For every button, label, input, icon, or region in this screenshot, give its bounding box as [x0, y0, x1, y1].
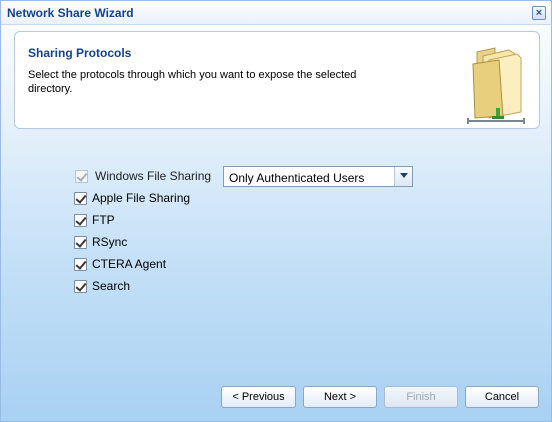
page-description: Select the protocols through which you w… [28, 69, 357, 95]
protocol-label: CTERA Agent [92, 257, 167, 271]
close-icon[interactable]: × [532, 6, 546, 20]
protocol-row-search[interactable]: Search [74, 278, 130, 294]
protocol-row-ctera-agent[interactable]: CTERA Agent [74, 256, 166, 272]
ctera-agent-checkbox[interactable] [74, 257, 87, 271]
protocol-label: Search [92, 279, 131, 293]
chevron-down-icon[interactable] [394, 167, 412, 186]
protocol-label: RSync [92, 235, 128, 249]
rsync-checkbox[interactable] [74, 235, 87, 249]
apple-file-sharing-checkbox[interactable] [74, 191, 87, 205]
previous-button[interactable]: < Previous [221, 386, 296, 408]
windows-file-sharing-checkbox [75, 169, 88, 183]
next-button[interactable]: Next > [303, 386, 377, 408]
access-select[interactable]: Only Authenticated Users [223, 166, 413, 187]
protocol-row-apple-file-sharing[interactable]: Apple File Sharing [74, 190, 190, 206]
protocol-label: Apple File Sharing [92, 191, 191, 205]
network-share-wizard-window: Network Share Wizard × Sharing Protocols… [0, 0, 552, 422]
finish-button[interactable]: Finish [384, 386, 458, 408]
protocol-row-ftp[interactable]: FTP [74, 212, 115, 228]
protocol-row-windows-file-sharing: Windows File Sharing [75, 168, 211, 184]
access-select-value: Only Authenticated Users [229, 171, 365, 185]
protocol-row-rsync[interactable]: RSync [74, 234, 127, 250]
title-bar: Network Share Wizard × [1, 1, 551, 25]
window-title: Network Share Wizard [7, 6, 134, 20]
page-title: Sharing Protocols [28, 46, 132, 60]
ftp-checkbox[interactable] [74, 213, 87, 227]
protocol-label: Windows File Sharing [95, 169, 212, 183]
protocol-label: FTP [92, 213, 115, 227]
folder-share-icon [467, 47, 525, 124]
cancel-button[interactable]: Cancel [465, 386, 539, 408]
search-checkbox[interactable] [74, 279, 87, 293]
header-panel: Sharing Protocols Select the protocols t… [14, 31, 540, 129]
